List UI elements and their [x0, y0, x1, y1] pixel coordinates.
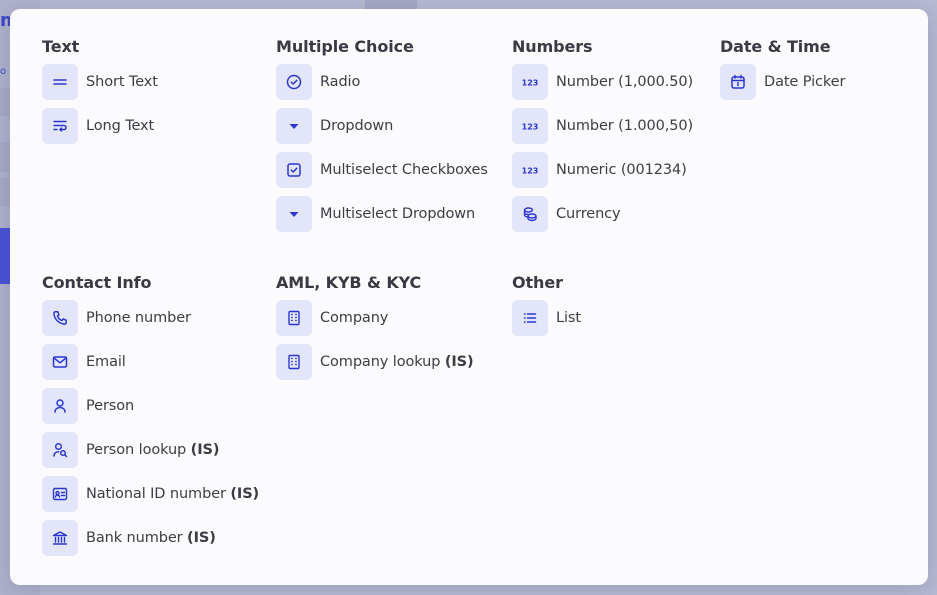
- field-type-phone-number[interactable]: Phone number: [42, 300, 259, 336]
- group-title: AML, KYB & KYC: [276, 273, 422, 292]
- group-title: Contact Info: [42, 273, 152, 292]
- numbers-icon: 123: [512, 108, 548, 144]
- field-type-national-id[interactable]: National ID number (IS): [42, 476, 259, 512]
- group-date-time: Date & Time Date Picker: [720, 37, 845, 108]
- person-search-icon: [42, 432, 78, 468]
- field-type-list[interactable]: List: [512, 300, 581, 336]
- field-type-number-dot-decimal[interactable]: 123 Number (1,000.50): [512, 64, 693, 100]
- item-label: Number (1.000,50): [556, 118, 694, 134]
- field-type-short-text[interactable]: Short Text: [42, 64, 158, 100]
- item-label: Numeric (001234): [556, 162, 687, 178]
- field-type-multiselect-dropdown[interactable]: Multiselect Dropdown: [276, 196, 488, 232]
- item-label: List: [556, 310, 581, 326]
- item-label: Long Text: [86, 118, 155, 134]
- item-label: Email: [86, 354, 126, 370]
- item-label: Bank number (IS): [86, 530, 216, 546]
- item-label: Radio: [320, 74, 361, 90]
- svg-text:123: 123: [522, 78, 539, 87]
- field-type-picker: Text Short Text Long Text Multiple Choic…: [10, 9, 928, 585]
- item-label: Phone number: [86, 310, 191, 326]
- group-title: Multiple Choice: [276, 37, 414, 56]
- mail-icon: [42, 344, 78, 380]
- group-title: Date & Time: [720, 37, 831, 56]
- numbers-icon: 123: [512, 152, 548, 188]
- group-numbers: Numbers 123 Number (1,000.50) 123 Number…: [512, 37, 693, 240]
- item-suffix: (IS): [187, 530, 216, 546]
- field-type-numeric[interactable]: 123 Numeric (001234): [512, 152, 693, 188]
- field-type-email[interactable]: Email: [42, 344, 259, 380]
- group-title: Other: [512, 273, 563, 292]
- field-type-dropdown[interactable]: Dropdown: [276, 108, 488, 144]
- short-text-icon: [42, 64, 78, 100]
- item-label: Person: [86, 398, 135, 414]
- field-type-multiselect-checkboxes[interactable]: Multiselect Checkboxes: [276, 152, 488, 188]
- coins-icon: [512, 196, 548, 232]
- building-icon: [276, 300, 312, 336]
- radio-icon: [276, 64, 312, 100]
- id-card-icon: [42, 476, 78, 512]
- item-suffix: (IS): [444, 354, 474, 370]
- group-multiple-choice: Multiple Choice Radio Dropdown Multisele…: [276, 37, 488, 240]
- checkbox-icon: [276, 152, 312, 188]
- group-title: Numbers: [512, 37, 593, 56]
- field-type-date-picker[interactable]: Date Picker: [720, 64, 845, 100]
- dropdown-icon: [276, 196, 312, 232]
- item-label: Currency: [556, 206, 621, 222]
- dropdown-icon: [276, 108, 312, 144]
- item-label: Person lookup (IS): [86, 442, 220, 458]
- field-type-person[interactable]: Person: [42, 388, 259, 424]
- numbers-icon: 123: [512, 64, 548, 100]
- list-icon: [512, 300, 548, 336]
- group-other: Other List: [512, 273, 581, 344]
- item-label: National ID number (IS): [86, 486, 260, 502]
- field-type-company-lookup[interactable]: Company lookup (IS): [276, 344, 474, 380]
- building-icon: [276, 344, 312, 380]
- field-type-radio[interactable]: Radio: [276, 64, 488, 100]
- item-label: Short Text: [86, 74, 158, 90]
- svg-text:123: 123: [522, 166, 539, 175]
- bank-icon: [42, 520, 78, 556]
- item-label: Date Picker: [764, 74, 846, 90]
- item-label: Company: [320, 310, 389, 326]
- svg-text:123: 123: [522, 122, 539, 131]
- field-type-number-comma-decimal[interactable]: 123 Number (1.000,50): [512, 108, 693, 144]
- calendar-icon: [720, 64, 756, 100]
- field-type-bank-number[interactable]: Bank number (IS): [42, 520, 259, 556]
- group-title: Text: [42, 37, 80, 56]
- item-label: Company lookup (IS): [320, 354, 474, 370]
- item-label: Number (1,000.50): [556, 74, 694, 90]
- group-contact-info: Contact Info Phone number Email Person P…: [42, 273, 259, 564]
- phone-icon: [42, 300, 78, 336]
- field-type-person-lookup[interactable]: Person lookup (IS): [42, 432, 259, 468]
- field-type-long-text[interactable]: Long Text: [42, 108, 158, 144]
- field-type-company[interactable]: Company: [276, 300, 474, 336]
- item-label: Dropdown: [320, 118, 394, 134]
- group-text: Text Short Text Long Text: [42, 37, 158, 152]
- long-text-icon: [42, 108, 78, 144]
- item-label: Multiselect Dropdown: [320, 206, 476, 222]
- item-suffix: (IS): [190, 442, 220, 458]
- field-type-currency[interactable]: Currency: [512, 196, 693, 232]
- item-suffix: (IS): [230, 486, 260, 502]
- item-label: Multiselect Checkboxes: [320, 162, 488, 178]
- group-aml-kyb-kyc: AML, KYB & KYC Company Company lookup (I…: [276, 273, 474, 388]
- person-icon: [42, 388, 78, 424]
